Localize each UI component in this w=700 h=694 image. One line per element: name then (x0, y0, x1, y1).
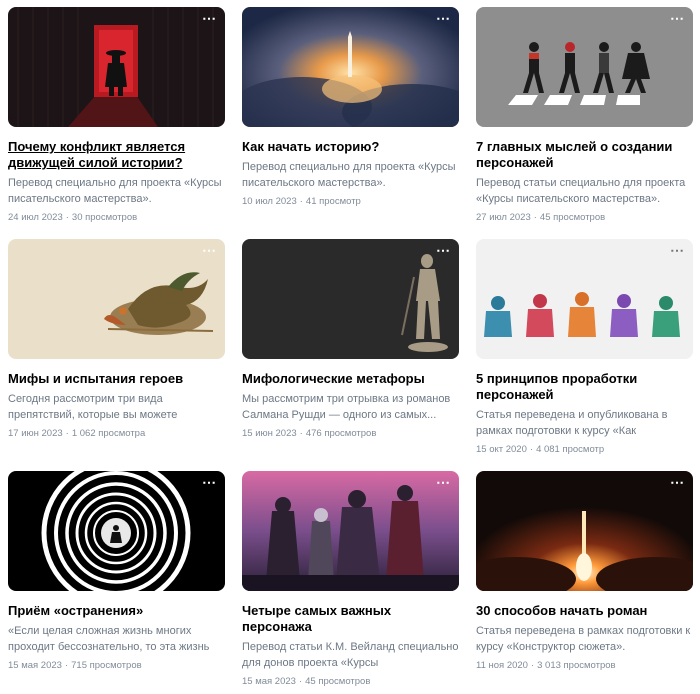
article-meta: 15 мая 2023 · 715 просмотров (8, 660, 142, 671)
article-title[interactable]: Мифологические метафоры (242, 371, 459, 387)
rocket-launch-clouds (242, 7, 459, 127)
article-title[interactable]: 7 главных мыслей о создании персонажей (476, 139, 693, 171)
more-options-icon[interactable]: ⋯ (670, 11, 685, 25)
article-views: 30 просмотров (71, 212, 138, 223)
article-title[interactable]: Почему конфликт является движущей силой … (8, 139, 225, 171)
dragon-illustration (8, 239, 225, 359)
article-card[interactable]: ⋯ Четыре самых важных персонажа Перевод … (242, 471, 459, 688)
more-options-icon[interactable]: ⋯ (670, 475, 685, 489)
article-description: «Если целая сложная жизнь многих проходи… (8, 625, 210, 653)
article-meta: 10 июл 2023 · 41 просмотр (242, 196, 361, 207)
article-date: 24 июл 2023 (8, 212, 63, 223)
article-views: 476 просмотров (305, 428, 377, 439)
more-options-icon[interactable]: ⋯ (436, 11, 451, 25)
article-date: 17 июн 2023 (8, 428, 63, 439)
article-views: 1 062 просмотра (71, 428, 146, 439)
article-meta: 17 июн 2023 · 1 062 просмотра (8, 428, 146, 439)
more-options-icon[interactable]: ⋯ (202, 475, 217, 489)
article-title[interactable]: Приём «остранения» (8, 603, 225, 619)
article-thumbnail[interactable]: ⋯ (242, 7, 459, 127)
superheroes-crosswalk (476, 7, 693, 127)
article-date: 15 окт 2020 (476, 444, 527, 455)
article-card[interactable]: ⋯ Почему конфликт является движущей сило… (8, 7, 225, 224)
article-description: Перевод статьи К.М. Вейланд специально д… (242, 641, 459, 669)
article-card[interactable]: ⋯ 30 способов начать роман Статья переве… (476, 471, 693, 672)
article-card[interactable]: ⋯ Мифы и испытания героев Сегодня рассмо… (8, 239, 225, 440)
rocket-launch-smoke (476, 471, 693, 591)
article-thumbnail[interactable]: ⋯ (8, 7, 225, 127)
article-views: 3 013 просмотров (537, 660, 616, 671)
article-views: 4 081 просмотр (536, 444, 605, 455)
article-thumbnail[interactable]: ⋯ (476, 239, 693, 359)
article-card[interactable]: ⋯ Мифологические метафоры Мы рассмотрим … (242, 239, 459, 440)
article-date: 15 мая 2023 (8, 660, 62, 671)
article-thumbnail[interactable]: ⋯ (242, 471, 459, 591)
more-options-icon[interactable]: ⋯ (202, 11, 217, 25)
more-options-icon[interactable]: ⋯ (202, 243, 217, 257)
article-views: 715 просмотров (71, 660, 142, 671)
character-silhouettes (476, 239, 693, 359)
article-description: Перевод специально для проекта «Курсы пи… (8, 177, 222, 205)
article-title[interactable]: Четыре самых важных персонажа (242, 603, 459, 635)
article-card[interactable]: ⋯ Как начать историю? Перевод специально… (242, 7, 459, 208)
article-views: 41 просмотр (305, 196, 361, 207)
more-options-icon[interactable]: ⋯ (436, 475, 451, 489)
more-options-icon[interactable]: ⋯ (436, 243, 451, 257)
article-meta: 15 июн 2023 · 476 просмотров (242, 428, 377, 439)
article-views: 45 просмотров (305, 676, 371, 687)
article-thumbnail[interactable]: ⋯ (476, 471, 693, 591)
red-door-samurai-illustration (8, 7, 225, 127)
articles-grid: ⋯ Почему конфликт является движущей сило… (0, 0, 700, 694)
article-meta: 11 ноя 2020 · 3 013 просмотров (476, 660, 616, 671)
warrior-statue-dark (242, 239, 459, 359)
article-date: 10 июл 2023 (242, 196, 297, 207)
article-description: Перевод статьи специально для проекта «К… (476, 177, 686, 205)
article-meta: 27 июл 2023 · 45 просмотров (476, 212, 606, 223)
article-card[interactable]: ⋯ 5 принципов проработки персонажей Стат… (476, 239, 693, 456)
article-description: Статья переведена и опубликована в рамка… (476, 409, 668, 437)
article-description: Мы рассмотрим три отрывка из романов Сал… (242, 393, 451, 421)
article-meta: 24 июл 2023 · 30 просмотров (8, 212, 138, 223)
article-description: Сегодня рассмотрим три вида препятствий,… (8, 393, 178, 421)
article-thumbnail[interactable]: ⋯ (242, 239, 459, 359)
article-card[interactable]: ⋯ Приём «остранения» «Если целая сложная… (8, 471, 225, 672)
article-views: 45 просмотров (539, 212, 606, 223)
article-title[interactable]: 5 принципов проработки персонажей (476, 371, 693, 403)
spiral-tunnel (8, 471, 225, 591)
article-date: 15 июн 2023 (242, 428, 297, 439)
article-card[interactable]: ⋯ 7 главных мыслей о создании персонажей… (476, 7, 693, 224)
article-title[interactable]: 30 способов начать роман (476, 603, 693, 619)
article-thumbnail[interactable]: ⋯ (8, 471, 225, 591)
article-meta: 15 окт 2020 · 4 081 просмотр (476, 444, 605, 455)
fantasy-heroes-group (242, 471, 459, 591)
article-meta: 15 мая 2023 · 45 просмотров (242, 676, 371, 687)
article-title[interactable]: Как начать историю? (242, 139, 459, 155)
article-description: Статья переведена в рамках подготовки к … (476, 625, 691, 653)
article-thumbnail[interactable]: ⋯ (8, 239, 225, 359)
article-thumbnail[interactable]: ⋯ (476, 7, 693, 127)
more-options-icon[interactable]: ⋯ (670, 243, 685, 257)
article-title[interactable]: Мифы и испытания героев (8, 371, 225, 387)
article-date: 15 мая 2023 (242, 676, 296, 687)
article-date: 27 июл 2023 (476, 212, 531, 223)
article-description: Перевод специально для проекта «Курсы пи… (242, 161, 456, 189)
article-date: 11 ноя 2020 (476, 660, 528, 671)
